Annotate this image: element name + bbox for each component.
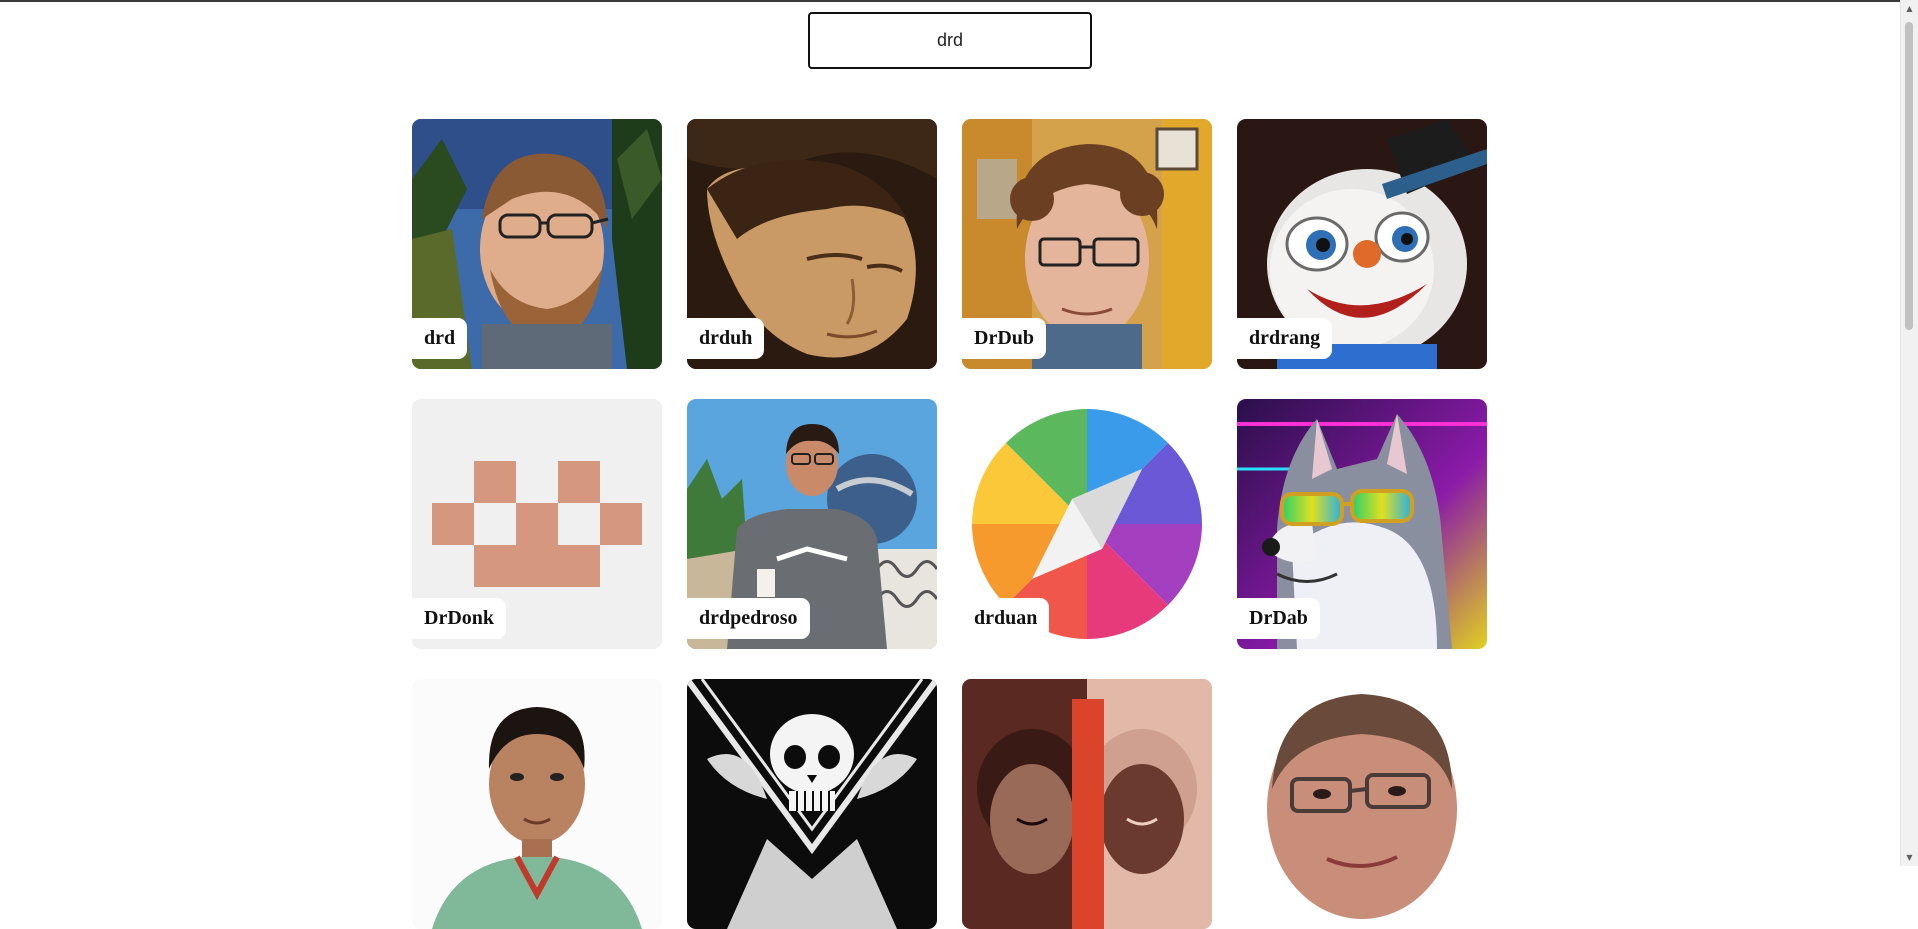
result-card-drdab[interactable]: DrDab [1237,399,1487,649]
result-card-drdpedroso[interactable]: drdpedroso [687,399,937,649]
result-card-drduan[interactable]: drduan [962,399,1212,649]
result-card[interactable] [687,679,937,929]
username-label: drduan [962,598,1050,639]
username-label: drdrang [1237,318,1333,359]
avatar [962,679,1212,929]
username-label: DrDub [962,318,1047,359]
result-card[interactable] [1237,679,1487,929]
result-card[interactable] [962,679,1212,929]
username-label: DrDonk [412,598,507,639]
result-card-drdonk[interactable]: DrDonk [412,399,662,649]
username-label: drduh [687,318,765,359]
search-input[interactable] [810,29,1090,52]
avatar [687,679,937,929]
username-label: drdpedroso [687,598,810,639]
result-card-drd[interactable]: drd [412,119,662,369]
result-card-drdub[interactable]: DrDub [962,119,1212,369]
triangle-up-icon[interactable]: ▲ [1901,0,1918,17]
avatar [1237,679,1487,929]
result-card-drdrang[interactable]: drdrang [1237,119,1487,369]
results-grid: drd drduh DrDub drdrang DrDonk drdpedros… [412,119,1487,929]
username-label: drd [412,318,468,359]
result-card[interactable] [412,679,662,929]
username-label: DrDab [1237,598,1320,639]
triangle-down-icon[interactable]: ▼ [1901,849,1918,866]
avatar [412,679,662,929]
vertical-scrollbar[interactable]: ▲ ▼ [1900,0,1918,866]
search-box[interactable] [808,12,1092,69]
scroll-thumb[interactable] [1905,22,1913,330]
top-border [0,0,1918,2]
result-card-drduh[interactable]: drduh [687,119,937,369]
